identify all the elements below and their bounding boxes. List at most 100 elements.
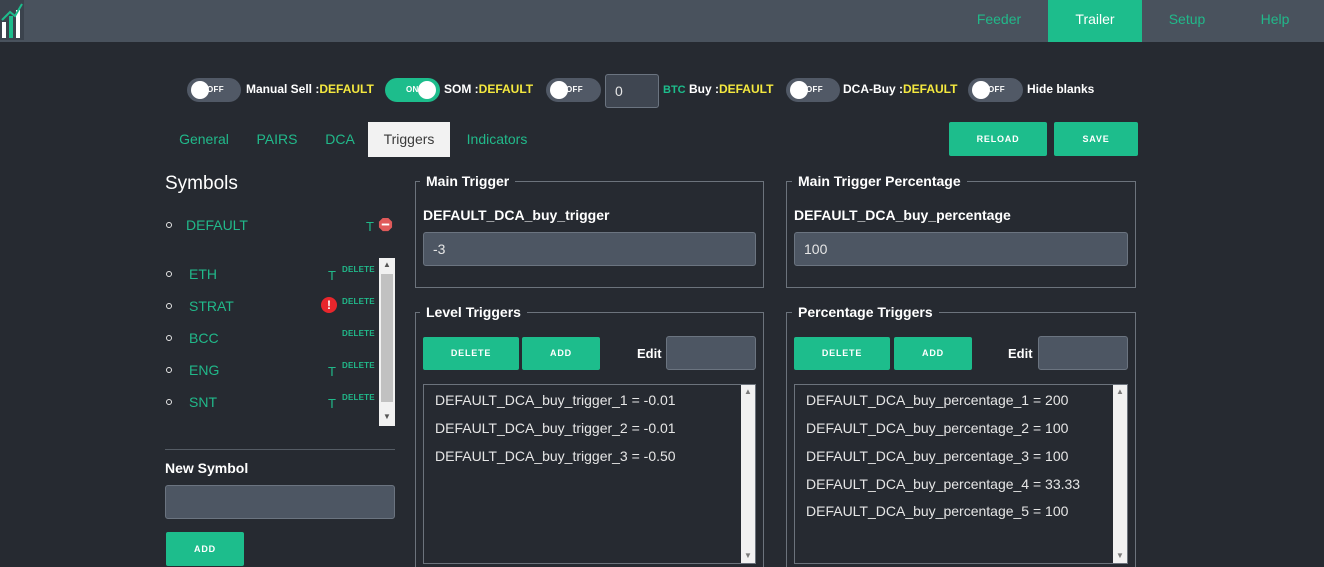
save-button[interactable]: SAVE (1054, 122, 1138, 156)
list-bullet (166, 399, 172, 405)
nav-help[interactable]: Help (1232, 0, 1318, 42)
list-item[interactable]: DEFAULT_DCA_buy_percentage_3 = 100 (806, 448, 1068, 464)
list-item[interactable]: DEFAULT_DCA_buy_trigger_2 = -0.01 (435, 420, 676, 436)
level-triggers-scrollbar[interactable]: ▲ ▼ (741, 385, 755, 563)
list-item[interactable]: DEFAULT_DCA_buy_percentage_4 = 33.33 (806, 476, 1080, 492)
manual-sell-label: Manual Sell :DEFAULT (246, 82, 374, 96)
list-bullet (166, 271, 172, 277)
main-trigger-percentage-field-label: DEFAULT_DCA_buy_percentage (794, 207, 1011, 223)
percentage-triggers-scrollbar[interactable]: ▲ ▼ (1113, 385, 1127, 563)
tab-dca[interactable]: DCA (316, 122, 364, 157)
symbol-snt-delete[interactable]: DELETE (342, 393, 375, 402)
nav-feeder[interactable]: Feeder (954, 0, 1044, 42)
main-trigger-percentage-input[interactable] (794, 232, 1128, 266)
alert-icon: ! (321, 297, 337, 313)
level-triggers-edit-input[interactable] (666, 336, 756, 370)
btc-buy-label-text: Buy : (685, 82, 719, 96)
percentage-triggers-delete-button[interactable]: DELETE (794, 337, 890, 370)
percentage-triggers-edit-input[interactable] (1038, 336, 1128, 370)
main-trigger-percentage-legend: Main Trigger Percentage (792, 173, 967, 189)
main-trigger-input[interactable] (423, 232, 756, 266)
level-triggers-list[interactable]: DEFAULT_DCA_buy_trigger_1 = -0.01 DEFAUL… (423, 384, 756, 564)
scroll-down-arrow-icon[interactable]: ▼ (1113, 549, 1127, 563)
toggle-state: OFF (566, 85, 583, 94)
symbol-bcc[interactable]: BCC (189, 330, 219, 346)
symbol-eth-delete[interactable]: DELETE (342, 265, 375, 274)
dca-buy-toggle[interactable]: OFF (786, 78, 840, 102)
symbol-snt[interactable]: SNT (189, 394, 217, 410)
toggle-state: OFF (988, 85, 1005, 94)
hide-blanks-label: Hide blanks (1027, 82, 1095, 96)
reload-button[interactable]: RELOAD (949, 122, 1047, 156)
list-item[interactable]: DEFAULT_DCA_buy_percentage_5 = 100 (806, 503, 1068, 519)
list-item[interactable]: DEFAULT_DCA_buy_trigger_1 = -0.01 (435, 392, 676, 408)
symbol-eth[interactable]: ETH (189, 266, 217, 282)
symbols-scrollbar[interactable]: ▲ ▼ (379, 258, 395, 426)
symbol-strat[interactable]: STRAT (189, 298, 234, 314)
scroll-up-arrow-icon[interactable]: ▲ (379, 260, 395, 272)
nav-trailer[interactable]: Trailer (1048, 0, 1142, 42)
btc-buy-amount-input[interactable] (605, 74, 659, 108)
top-nav-bar: Feeder Trailer Setup Help (0, 0, 1324, 42)
main-trigger-legend: Main Trigger (420, 173, 516, 189)
list-bullet (166, 303, 172, 309)
symbol-t-marker: T (328, 396, 336, 411)
percentage-triggers-list[interactable]: DEFAULT_DCA_buy_percentage_1 = 200 DEFAU… (794, 384, 1128, 564)
dca-buy-value: DEFAULT (903, 82, 958, 96)
manual-sell-label-text: Manual Sell : (246, 82, 320, 96)
tab-triggers[interactable]: Triggers (368, 122, 450, 157)
som-label-text: SOM : (444, 82, 479, 96)
symbols-title: Symbols (165, 173, 238, 194)
list-bullet (166, 367, 172, 373)
dca-buy-label: DCA-Buy :DEFAULT (843, 82, 957, 96)
toggle-state: OFF (207, 85, 224, 94)
btc-buy-label: BTC Buy :DEFAULT (663, 82, 773, 96)
new-symbol-label: New Symbol (165, 460, 249, 476)
som-label: SOM :DEFAULT (444, 82, 533, 96)
scroll-thumb[interactable] (381, 274, 393, 402)
app-logo-icon[interactable] (0, 0, 24, 40)
hide-blanks-toggle[interactable]: OFF (968, 78, 1023, 102)
symbol-strat-delete[interactable]: DELETE (342, 297, 375, 306)
add-symbol-button[interactable]: ADD (166, 532, 244, 566)
toggle-state: ON (406, 85, 419, 94)
list-bullet (166, 222, 172, 228)
list-bullet (166, 335, 172, 341)
scroll-up-arrow-icon[interactable]: ▲ (1113, 385, 1127, 399)
btc-buy-toggle[interactable]: OFF (546, 78, 601, 102)
btc-currency-label: BTC (663, 84, 686, 96)
new-symbol-input[interactable] (165, 485, 395, 519)
list-item[interactable]: DEFAULT_DCA_buy_percentage_1 = 200 (806, 392, 1068, 408)
scroll-up-arrow-icon[interactable]: ▲ (741, 385, 755, 399)
symbol-t-marker: T (328, 268, 336, 283)
symbol-t-marker: T (328, 364, 336, 379)
symbol-bcc-delete[interactable]: DELETE (342, 329, 375, 338)
symbols-list: ETH T DELETE STRAT ! DELETE BCC DELETE E… (160, 258, 396, 426)
percentage-triggers-add-button[interactable]: ADD (894, 337, 972, 370)
dca-buy-label-text: DCA-Buy : (843, 82, 903, 96)
percentage-triggers-legend: Percentage Triggers (792, 304, 939, 320)
manual-sell-toggle[interactable]: OFF (187, 78, 241, 102)
list-item[interactable]: DEFAULT_DCA_buy_trigger_3 = -0.50 (435, 448, 676, 464)
som-toggle[interactable]: ON (385, 78, 440, 102)
list-item[interactable]: DEFAULT_DCA_buy_percentage_2 = 100 (806, 420, 1068, 436)
btc-buy-value: DEFAULT (718, 82, 774, 96)
level-triggers-edit-label: Edit (637, 346, 662, 361)
scroll-down-arrow-icon[interactable]: ▼ (379, 412, 395, 424)
som-value: DEFAULT (478, 82, 534, 96)
level-triggers-delete-button[interactable]: DELETE (423, 337, 519, 370)
symbol-eng[interactable]: ENG (189, 362, 219, 378)
stop-octagon-icon[interactable] (378, 217, 393, 232)
toggle-state: OFF (806, 85, 823, 94)
tab-general[interactable]: General (168, 122, 240, 157)
level-triggers-add-button[interactable]: ADD (522, 337, 600, 370)
percentage-triggers-edit-label: Edit (1008, 346, 1033, 361)
symbol-eng-delete[interactable]: DELETE (342, 361, 375, 370)
nav-setup[interactable]: Setup (1142, 0, 1232, 42)
tab-indicators[interactable]: Indicators (456, 122, 538, 157)
tab-pairs[interactable]: PAIRS (248, 122, 306, 157)
level-triggers-legend: Level Triggers (420, 304, 527, 320)
main-trigger-field-label: DEFAULT_DCA_buy_trigger (423, 207, 610, 223)
symbol-default[interactable]: DEFAULT (186, 217, 248, 233)
scroll-down-arrow-icon[interactable]: ▼ (741, 549, 755, 563)
